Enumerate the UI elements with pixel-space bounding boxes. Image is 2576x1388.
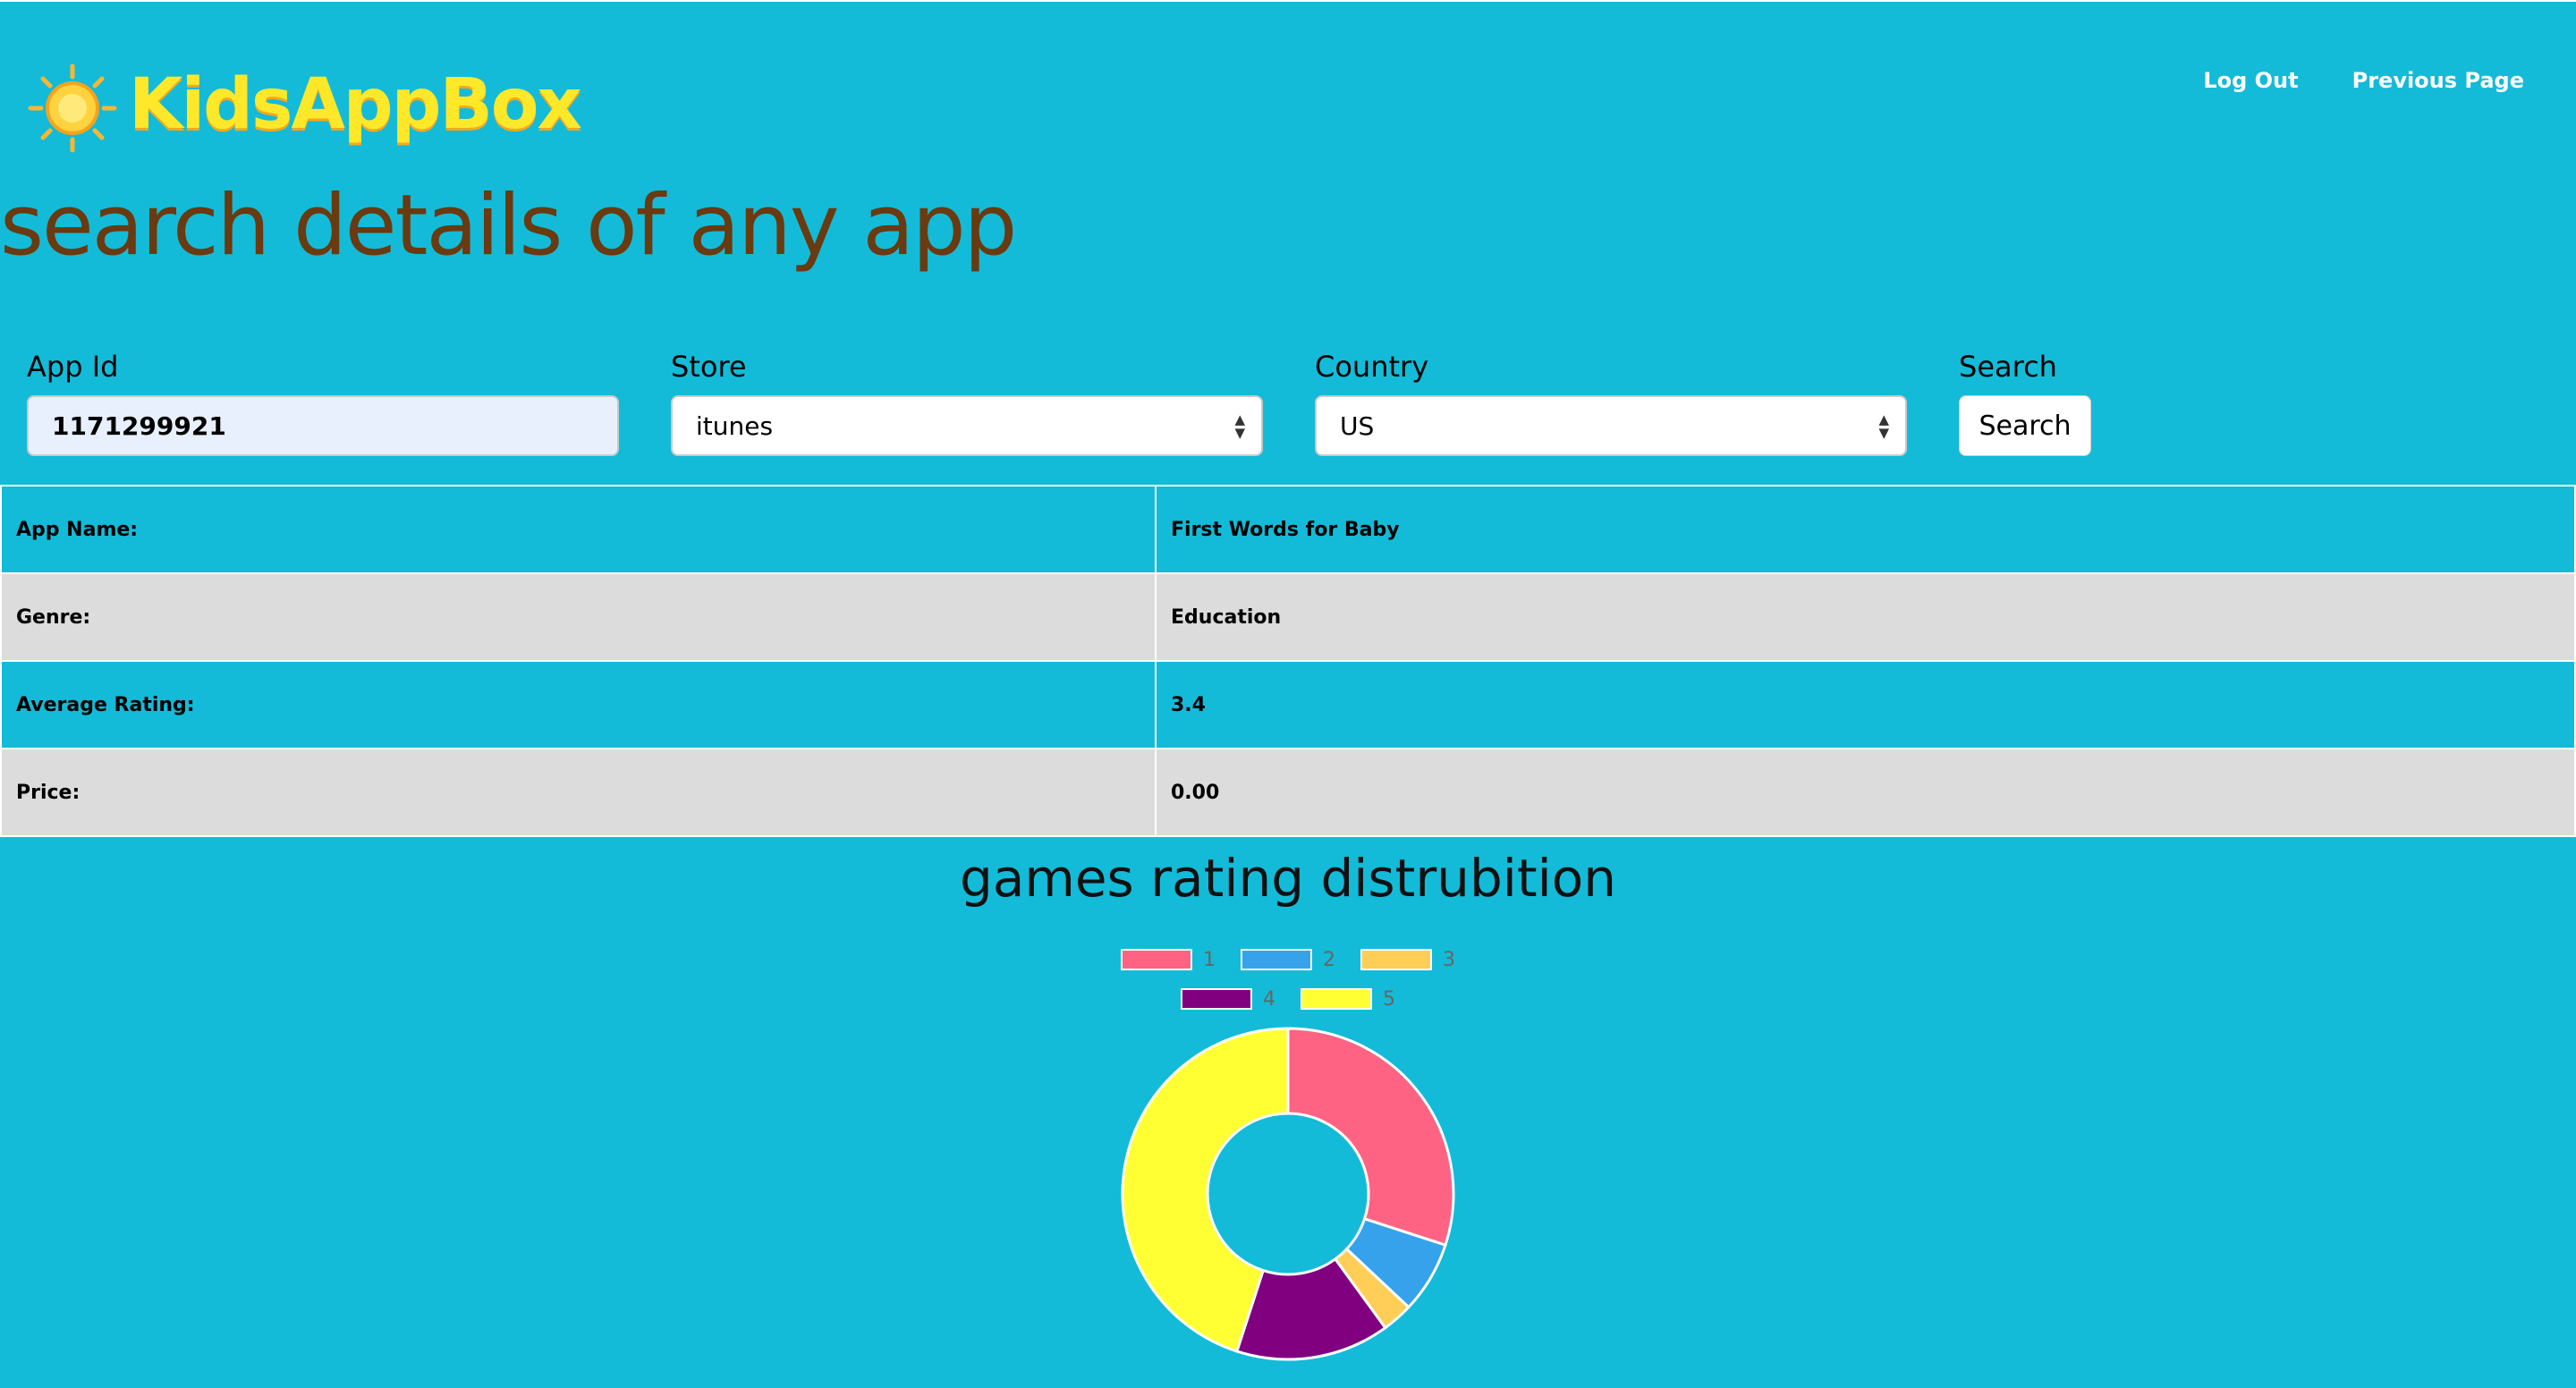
country-label: Country [1315, 350, 1429, 384]
country-selected-value: US [1340, 410, 1375, 441]
search-group: Search Search [1959, 349, 2091, 456]
previous-page-link[interactable]: Previous Page [2352, 68, 2524, 93]
legend-label: 5 [1383, 987, 1395, 1011]
table-row: Price: 0.00 [0, 748, 2576, 837]
chart-title: games rating distrubition [960, 848, 1616, 909]
country-group: Country US ▲ ▼ [1315, 349, 1907, 456]
chart-legend: 123 45 [0, 944, 2576, 1023]
detail-value: 3.4 [1155, 660, 2576, 749]
legend-swatch [1301, 988, 1372, 1010]
table-row: App Name: First Words for Baby [0, 485, 2576, 574]
legend-item[interactable]: 1 [1121, 944, 1216, 975]
detail-value: Education [1155, 572, 2576, 662]
store-group: Store itunes ▲ ▼ [671, 349, 1263, 456]
country-select[interactable]: US ▲ ▼ [1315, 395, 1907, 456]
app-id-input[interactable]: 1171299921 [27, 395, 619, 456]
store-label: Store [671, 350, 747, 384]
app-id-label: App Id [27, 350, 119, 384]
sun-icon [28, 63, 117, 153]
brand-logo[interactable]: KidsAppBox [23, 59, 582, 157]
legend-label: 3 [1443, 948, 1455, 971]
rating-donut-chart [1121, 1027, 1455, 1361]
app-details-table: App Name: First Words for Baby Genre: Ed… [0, 485, 2576, 837]
search-button[interactable]: Search [1959, 395, 2091, 456]
table-row: Average Rating: 3.4 [0, 660, 2576, 749]
legend-swatch [1121, 949, 1192, 970]
donut-slice-1[interactable] [1286, 1027, 1455, 1248]
legend-row: 45 [0, 984, 2576, 1014]
legend-item[interactable]: 2 [1241, 944, 1335, 975]
legend-label: 1 [1203, 948, 1216, 971]
brand-name: KidsAppBox [129, 64, 582, 145]
search-label: Search [1959, 350, 2057, 384]
legend-label: 4 [1263, 987, 1275, 1011]
legend-item[interactable]: 3 [1360, 944, 1455, 975]
legend-label: 2 [1323, 948, 1335, 971]
select-arrows-icon: ▲ ▼ [1234, 411, 1245, 441]
detail-value: 0.00 [1155, 748, 2576, 837]
detail-label: App Name: [0, 485, 1157, 574]
top-border [0, 0, 2576, 2]
detail-label: Average Rating: [0, 660, 1157, 749]
detail-label: Price: [0, 748, 1157, 837]
logout-link[interactable]: Log Out [2203, 68, 2298, 93]
legend-row: 1 2 3 [0, 944, 2576, 975]
legend-swatch [1241, 949, 1312, 970]
top-nav: Log Out Previous Page [2203, 68, 2524, 93]
table-row: Genre: Education [0, 572, 2576, 662]
app-id-value: 1171299921 [52, 410, 226, 441]
app-id-group: App Id 1171299921 [27, 349, 619, 456]
store-selected-value: itunes [696, 410, 774, 441]
legend-item[interactable]: 4 [1181, 984, 1275, 1014]
legend-swatch [1360, 949, 1432, 970]
detail-value: First Words for Baby [1155, 485, 2576, 574]
legend-item[interactable]: 5 [1301, 984, 1395, 1014]
detail-label: Genre: [0, 572, 1157, 662]
page-title: search details of any app [0, 177, 1017, 275]
select-arrows-icon: ▲ ▼ [1878, 411, 1889, 441]
legend-swatch [1181, 988, 1252, 1010]
store-select[interactable]: itunes ▲ ▼ [671, 395, 1263, 456]
